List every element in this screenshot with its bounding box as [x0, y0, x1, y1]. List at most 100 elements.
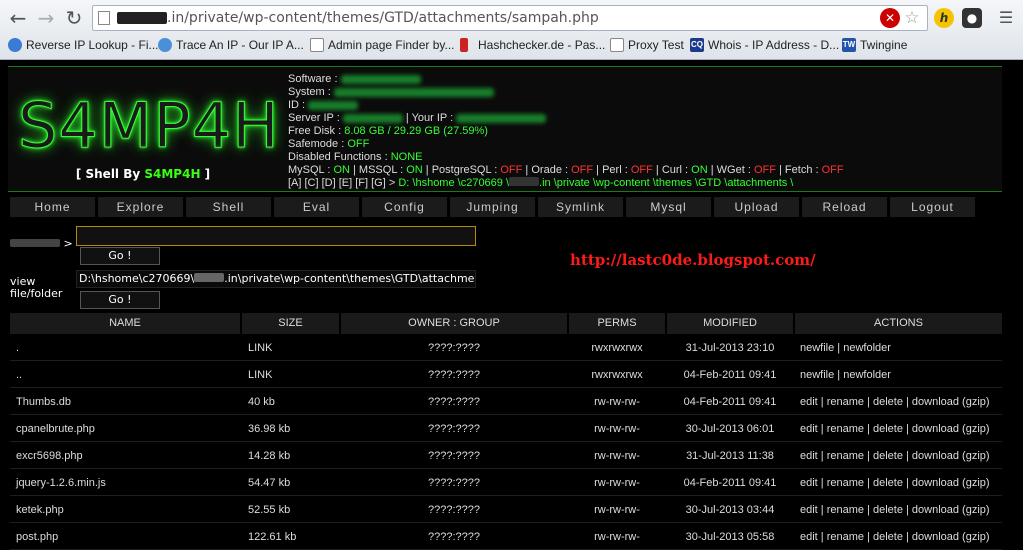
- info-system: System :: [288, 86, 1002, 99]
- view-go-button[interactable]: Go !: [80, 291, 160, 309]
- cell-modified: 30-Jul-2013 05:58: [685, 531, 775, 543]
- menu-eval[interactable]: Eval: [274, 197, 360, 217]
- cell-actions[interactable]: edit | rename | delete | download (gzip): [800, 524, 1002, 550]
- table-row: excr5698.php 14.28 kb????:???? rw-rw-rw- 31…: [10, 443, 1002, 469]
- info-safemode: Safemode : OFF: [288, 138, 370, 150]
- cell-perms[interactable]: rw-rw-rw-: [569, 497, 665, 523]
- cell-name[interactable]: Thumbs.db: [16, 389, 236, 415]
- cell-actions[interactable]: edit | rename | delete | download (gzip): [800, 416, 1002, 442]
- back-arrow-icon[interactable]: ←: [6, 6, 30, 30]
- table-row: jquery-1.2.6.min.js 54.47 kb????:???? rw-r…: [10, 470, 1002, 496]
- table-row: .. LINK????:???? rwxrwxrwx 04-Feb-2011 09:4…: [10, 362, 1002, 388]
- shell-page: S4MP4H [ Shell By S4MP4H ] Software : Sy…: [8, 66, 1002, 550]
- cell-owner: ????:????: [428, 504, 480, 516]
- bookmark-item[interactable]: CQ Whois - IP Address - D...: [690, 36, 839, 54]
- cell-actions[interactable]: edit | rename | delete | download (gzip): [800, 389, 1002, 415]
- cell-owner: ????:????: [428, 342, 480, 354]
- cell-name[interactable]: ketek.php: [16, 497, 236, 523]
- cell-actions[interactable]: edit | rename | delete | download (gzip): [800, 497, 1002, 523]
- cell-modified: 30-Jul-2013 06:01: [685, 423, 775, 435]
- wrench-icon[interactable]: ☰: [996, 8, 1016, 28]
- cell-owner: ????:????: [428, 369, 480, 381]
- star-icon[interactable]: ☆: [902, 8, 922, 28]
- command-go-button[interactable]: Go !: [80, 247, 160, 265]
- url-text: .in/private/wp-content/themes/GTD/attach…: [167, 10, 599, 26]
- menu-explore[interactable]: Explore: [98, 197, 184, 217]
- menu-upload[interactable]: Upload: [714, 197, 800, 217]
- cell-size: LINK: [248, 342, 273, 354]
- bars-icon: [460, 38, 468, 52]
- browser-chrome: ← → ↻ .in/private/wp-content/themes/GTD/…: [0, 0, 1023, 60]
- reload-icon[interactable]: ↻: [62, 6, 86, 30]
- col-size[interactable]: SIZE: [242, 313, 339, 334]
- menu-mysql[interactable]: Mysql: [626, 197, 712, 217]
- path-input[interactable]: D:\hshome\c270669\ .in\private\wp-content…: [76, 270, 476, 288]
- cell-owner: ????:????: [428, 450, 480, 462]
- menu-reload[interactable]: Reload: [802, 197, 888, 217]
- cell-name[interactable]: excr5698.php: [16, 443, 236, 469]
- info-services: MySQL : ON | MSSQL : ON | PostgreSQL : O…: [288, 164, 844, 176]
- cell-actions[interactable]: newfile | newfolder: [800, 362, 1002, 388]
- logo: S4MP4H: [18, 89, 280, 163]
- bookmark-item[interactable]: Admin page Finder by...: [310, 36, 455, 54]
- cell-perms[interactable]: rw-rw-rw-: [569, 524, 665, 550]
- cell-name[interactable]: ..: [16, 362, 236, 388]
- cell-actions[interactable]: edit | rename | delete | download (gzip): [800, 443, 1002, 469]
- cell-size: 54.47 kb: [248, 477, 291, 489]
- menu-jumping[interactable]: Jumping: [450, 197, 536, 217]
- cell-perms[interactable]: rwxrwxrwx: [569, 335, 665, 361]
- cell-modified: 04-Feb-2011 09:41: [683, 396, 777, 408]
- bookmark-item[interactable]: Hashchecker.de - Pas...: [460, 36, 605, 54]
- command-input[interactable]: [76, 226, 476, 246]
- address-bar[interactable]: .in/private/wp-content/themes/GTD/attach…: [92, 5, 928, 31]
- menu-logout[interactable]: Logout: [890, 197, 976, 217]
- cell-owner: ????:????: [428, 423, 480, 435]
- info-drives-path[interactable]: [A] [C] [D] [E] [F] [G] > D: \hshome \c2…: [288, 177, 1002, 190]
- cell-modified: 04-Feb-2011 09:41: [683, 477, 777, 489]
- info-software: Software :: [288, 73, 1002, 86]
- cell-actions[interactable]: newfile | newfolder: [800, 335, 1002, 361]
- bookmark-item[interactable]: TW Twingine: [842, 36, 907, 54]
- incognito-icon[interactable]: ●: [962, 8, 982, 28]
- info-id: ID :: [288, 99, 1002, 112]
- col-owner-group[interactable]: OWNER : GROUP: [341, 313, 567, 334]
- cell-name[interactable]: jquery-1.2.6.min.js: [16, 470, 236, 496]
- cell-name[interactable]: .: [16, 335, 236, 361]
- menu-home[interactable]: Home: [10, 197, 96, 217]
- cell-perms[interactable]: rw-rw-rw-: [569, 443, 665, 469]
- drive-links[interactable]: [A] [C] [D] [E] [F] [G]: [288, 177, 386, 189]
- col-name[interactable]: NAME: [10, 313, 240, 334]
- cq-icon: CQ: [690, 38, 704, 52]
- blog-link[interactable]: http://lastc0de.blogspot.com/: [570, 251, 816, 269]
- cell-perms[interactable]: rw-rw-rw-: [569, 389, 665, 415]
- table-row: Thumbs.db 40 kb????:???? rw-rw-rw- 04-Feb-2…: [10, 389, 1002, 415]
- cell-owner: ????:????: [428, 531, 480, 543]
- bookmark-item[interactable]: Proxy Test: [610, 36, 684, 54]
- cell-perms[interactable]: rwxrwxrwx: [569, 362, 665, 388]
- page-icon: [98, 11, 110, 25]
- cmd-label: >: [10, 237, 73, 250]
- col-modified[interactable]: MODIFIED: [667, 313, 793, 334]
- cell-perms[interactable]: rw-rw-rw-: [569, 416, 665, 442]
- menu-shell[interactable]: Shell: [186, 197, 272, 217]
- col-actions[interactable]: ACTIONS: [795, 313, 1002, 334]
- extension-h-icon[interactable]: h: [934, 8, 954, 28]
- cell-size: 14.28 kb: [248, 450, 291, 462]
- cell-actions[interactable]: edit | rename | delete | download (gzip): [800, 470, 1002, 496]
- bookmark-item[interactable]: Trace An IP - Our IP A...: [158, 36, 304, 54]
- stop-icon[interactable]: ✕: [880, 8, 900, 28]
- globe-icon: [8, 38, 22, 52]
- bookmark-item[interactable]: Reverse IP Lookup - Fi...: [8, 36, 159, 54]
- col-perms[interactable]: PERMS: [569, 313, 665, 334]
- server-info: Software : System : ID : Server IP : | Y…: [288, 73, 1002, 190]
- table-row: post.php 122.61 kb????:???? rw-rw-rw- 30-Ju…: [10, 524, 1002, 550]
- main-menu: Home Explore Shell Eval Config Jumping S…: [10, 197, 1002, 217]
- cell-name[interactable]: cpanelbrute.php: [16, 416, 236, 442]
- cell-name[interactable]: post.php: [16, 524, 236, 550]
- forward-arrow-icon[interactable]: →: [34, 6, 58, 30]
- globe-icon: [158, 38, 172, 52]
- shell-header: S4MP4H [ Shell By S4MP4H ] Software : Sy…: [8, 66, 1002, 192]
- menu-config[interactable]: Config: [362, 197, 448, 217]
- cell-perms[interactable]: rw-rw-rw-: [569, 470, 665, 496]
- menu-symlink[interactable]: Symlink: [538, 197, 624, 217]
